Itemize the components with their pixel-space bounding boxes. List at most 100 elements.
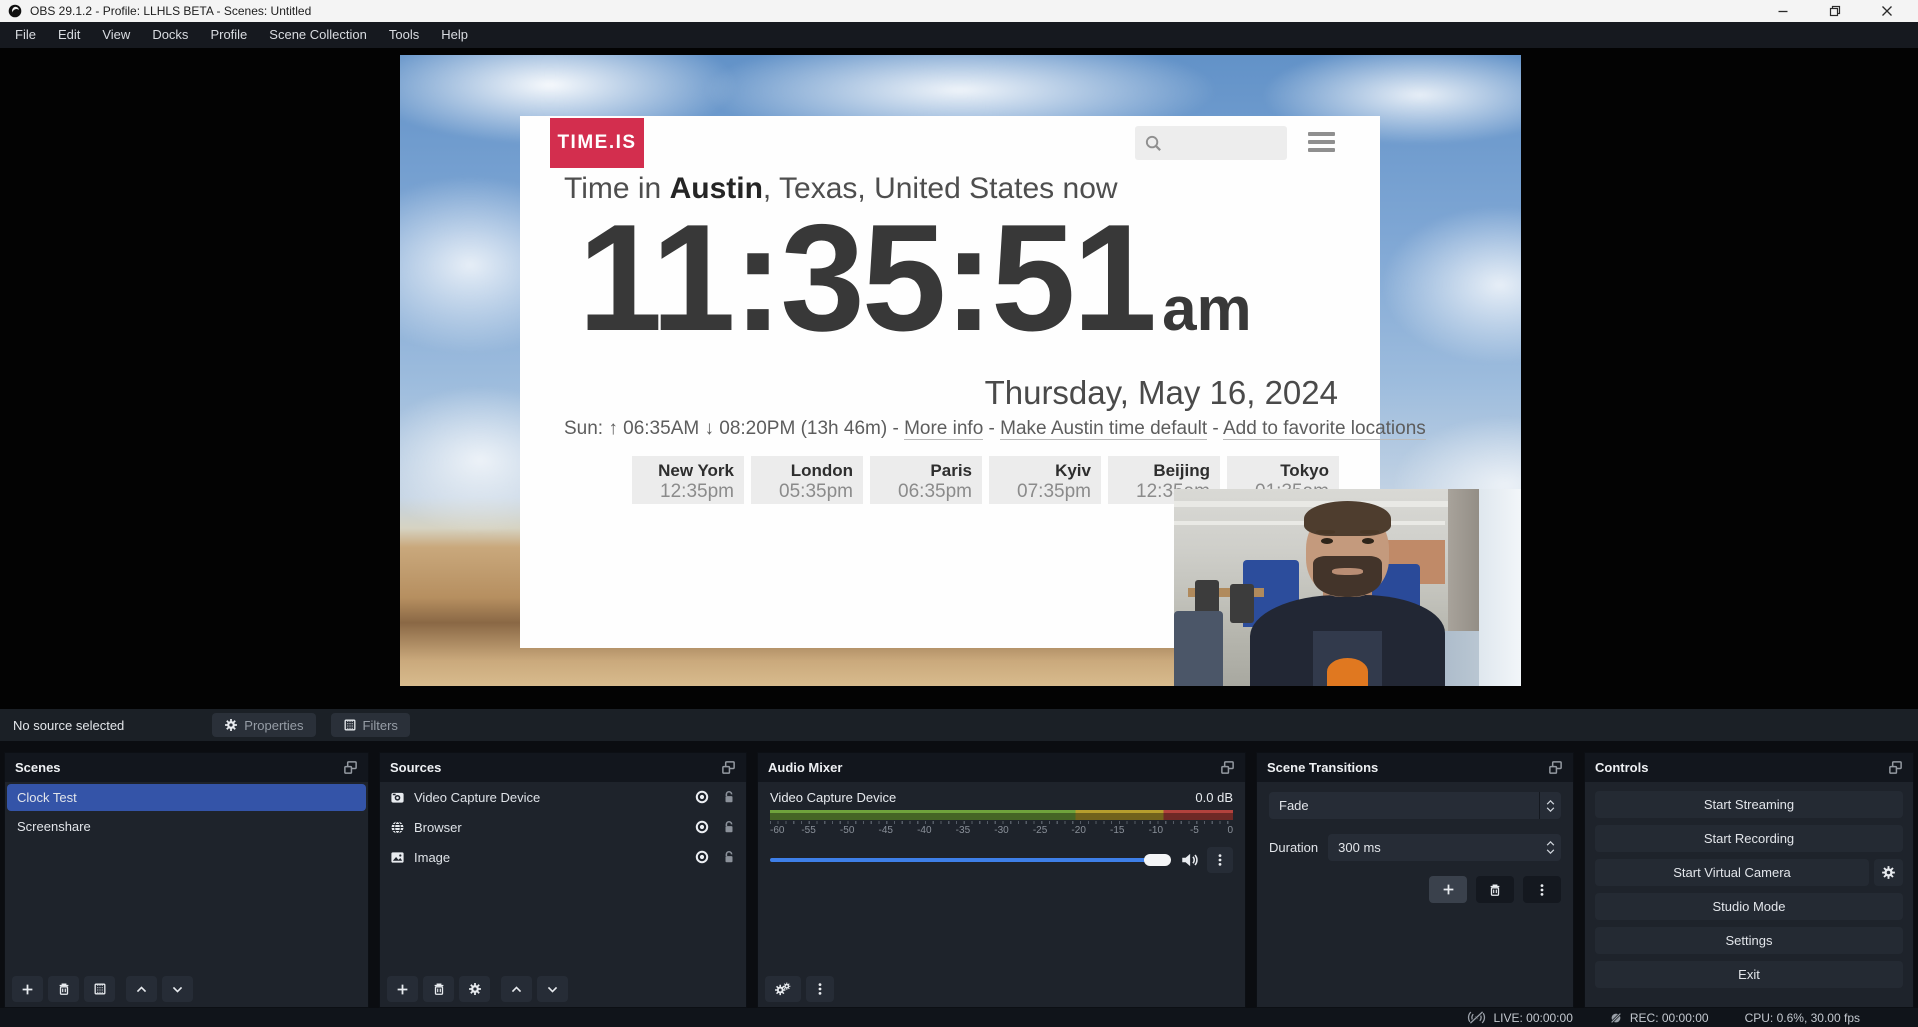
remove-source-button[interactable]: [423, 976, 454, 1002]
meter-tick-label: -15: [1110, 825, 1124, 836]
meter-tick-label: -45: [879, 825, 893, 836]
scene-item-screenshare[interactable]: Screenshare: [7, 813, 366, 840]
add-transition-button[interactable]: [1429, 876, 1467, 903]
double-gear-icon: [774, 982, 793, 997]
menu-item[interactable]: Tools: [378, 22, 430, 48]
volume-slider[interactable]: [770, 854, 1171, 866]
menu-item[interactable]: Profile: [199, 22, 258, 48]
menu-item[interactable]: Scene Collection: [258, 22, 378, 48]
plus-icon: [21, 983, 34, 996]
visibility-eye-icon[interactable]: [694, 789, 710, 805]
popout-icon[interactable]: [721, 760, 736, 775]
volume-slider-handle[interactable]: [1144, 854, 1171, 866]
chevron-up-icon: [1546, 800, 1555, 805]
filters-button[interactable]: Filters: [331, 713, 410, 737]
search-icon: [1144, 134, 1163, 153]
settings-button[interactable]: Settings: [1595, 927, 1903, 954]
gear-icon: [468, 982, 482, 996]
make-default-link: Make Austin time default: [1000, 418, 1207, 440]
meter-tick-label: -60: [770, 825, 784, 836]
scene-item-clock-test[interactable]: Clock Test: [7, 784, 366, 811]
preview-area[interactable]: TIME.IS Time in Austin, Texas, United St…: [0, 48, 1918, 709]
duration-value: 300 ms: [1328, 840, 1381, 855]
person-beard: [1313, 556, 1382, 597]
spinner-arrows[interactable]: [1546, 841, 1561, 854]
menu-item[interactable]: Edit: [47, 22, 91, 48]
transitions-panel-title: Scene Transitions: [1267, 760, 1378, 775]
sources-panel: Sources Video Capture Device Browser: [379, 752, 747, 1008]
scene-filters-button[interactable]: [84, 976, 115, 1002]
remove-scene-button[interactable]: [48, 976, 79, 1002]
meter-tick-label: -25: [1033, 825, 1047, 836]
transition-select[interactable]: Fade: [1269, 792, 1561, 819]
duration-spinner[interactable]: 300 ms: [1328, 834, 1561, 861]
popout-icon[interactable]: [1220, 760, 1235, 775]
city-time-box: Paris 06:35pm: [870, 456, 982, 504]
menu-item[interactable]: Docks: [141, 22, 199, 48]
window-title: OBS 29.1.2 - Profile: LLHLS BETA - Scene…: [30, 4, 311, 18]
meter-tick-label: -40: [917, 825, 931, 836]
source-item-image[interactable]: Image: [380, 842, 746, 872]
audio-mixer-panel: Audio Mixer Video Capture Device 0.0 dB …: [757, 752, 1246, 1008]
advanced-audio-button[interactable]: [765, 976, 801, 1002]
restore-button[interactable]: [1828, 4, 1842, 18]
menu-item[interactable]: View: [91, 22, 141, 48]
popout-icon[interactable]: [1548, 760, 1563, 775]
timeis-search-box: [1135, 126, 1287, 160]
select-arrows: [1539, 792, 1561, 819]
exit-button[interactable]: Exit: [1595, 961, 1903, 988]
city-time-box: New York 12:35pm: [632, 456, 744, 504]
studio-mode-button[interactable]: Studio Mode: [1595, 893, 1903, 920]
move-scene-up-button[interactable]: [126, 976, 157, 1002]
source-item-video-capture[interactable]: Video Capture Device: [380, 782, 746, 812]
trash-icon: [57, 982, 71, 996]
popout-icon[interactable]: [1888, 760, 1903, 775]
popout-icon[interactable]: [343, 760, 358, 775]
start-virtual-camera-button[interactable]: Start Virtual Camera: [1595, 859, 1869, 886]
move-scene-down-button[interactable]: [162, 976, 193, 1002]
move-source-down-button[interactable]: [537, 976, 568, 1002]
sources-panel-title: Sources: [390, 760, 441, 775]
virtual-camera-config-button[interactable]: [1874, 859, 1903, 886]
move-source-up-button[interactable]: [501, 976, 532, 1002]
properties-button[interactable]: Properties: [212, 713, 315, 737]
close-button[interactable]: [1880, 4, 1894, 18]
record-dot-icon: [1609, 1011, 1623, 1025]
arrow-up-icon: [510, 983, 523, 996]
minimize-button[interactable]: [1776, 4, 1790, 18]
audio-mixer-title: Audio Mixer: [768, 760, 842, 775]
meter-subticks: [770, 821, 1233, 824]
chevron-up-icon: [1546, 841, 1555, 846]
mixer-channel-menu-button[interactable]: [1207, 847, 1233, 873]
cpu-fps-stats: CPU: 0.6%, 30.00 fps: [1745, 1011, 1860, 1025]
menu-item[interactable]: File: [4, 22, 47, 48]
visibility-eye-icon[interactable]: [694, 819, 710, 835]
add-scene-button[interactable]: [12, 976, 43, 1002]
start-streaming-button[interactable]: Start Streaming: [1595, 791, 1903, 818]
source-item-browser[interactable]: Browser: [380, 812, 746, 842]
lock-icon[interactable]: [722, 790, 736, 804]
more-info-link: More info: [904, 418, 983, 440]
add-source-button[interactable]: [387, 976, 418, 1002]
favorite-locations-link: Add to favorite locations: [1223, 418, 1426, 440]
arrow-up-icon: [135, 983, 148, 996]
trash-icon: [1488, 883, 1502, 897]
menu-item[interactable]: Help: [430, 22, 479, 48]
plus-icon: [1442, 883, 1455, 896]
start-recording-button[interactable]: Start Recording: [1595, 825, 1903, 852]
program-canvas[interactable]: TIME.IS Time in Austin, Texas, United St…: [400, 55, 1521, 686]
live-timer: LIVE: 00:00:00: [1493, 1011, 1572, 1025]
chevron-down-icon: [1546, 849, 1555, 854]
image-icon: [390, 850, 405, 865]
transition-properties-button[interactable]: [1523, 876, 1561, 903]
lock-icon[interactable]: [722, 820, 736, 834]
mixer-menu-button[interactable]: [806, 976, 834, 1002]
sun-info-line: Sun: ↑ 06:35AM ↓ 08:20PM (13h 46m) - Mor…: [564, 418, 1426, 440]
source-context-toolbar: No source selected Properties Filters: [0, 709, 1918, 741]
lock-icon[interactable]: [722, 850, 736, 864]
mute-speaker-icon[interactable]: [1180, 851, 1198, 869]
remove-transition-button[interactable]: [1476, 876, 1514, 903]
visibility-eye-icon[interactable]: [694, 849, 710, 865]
meter-tick-label: 0: [1227, 825, 1233, 836]
source-properties-button[interactable]: [459, 976, 490, 1002]
